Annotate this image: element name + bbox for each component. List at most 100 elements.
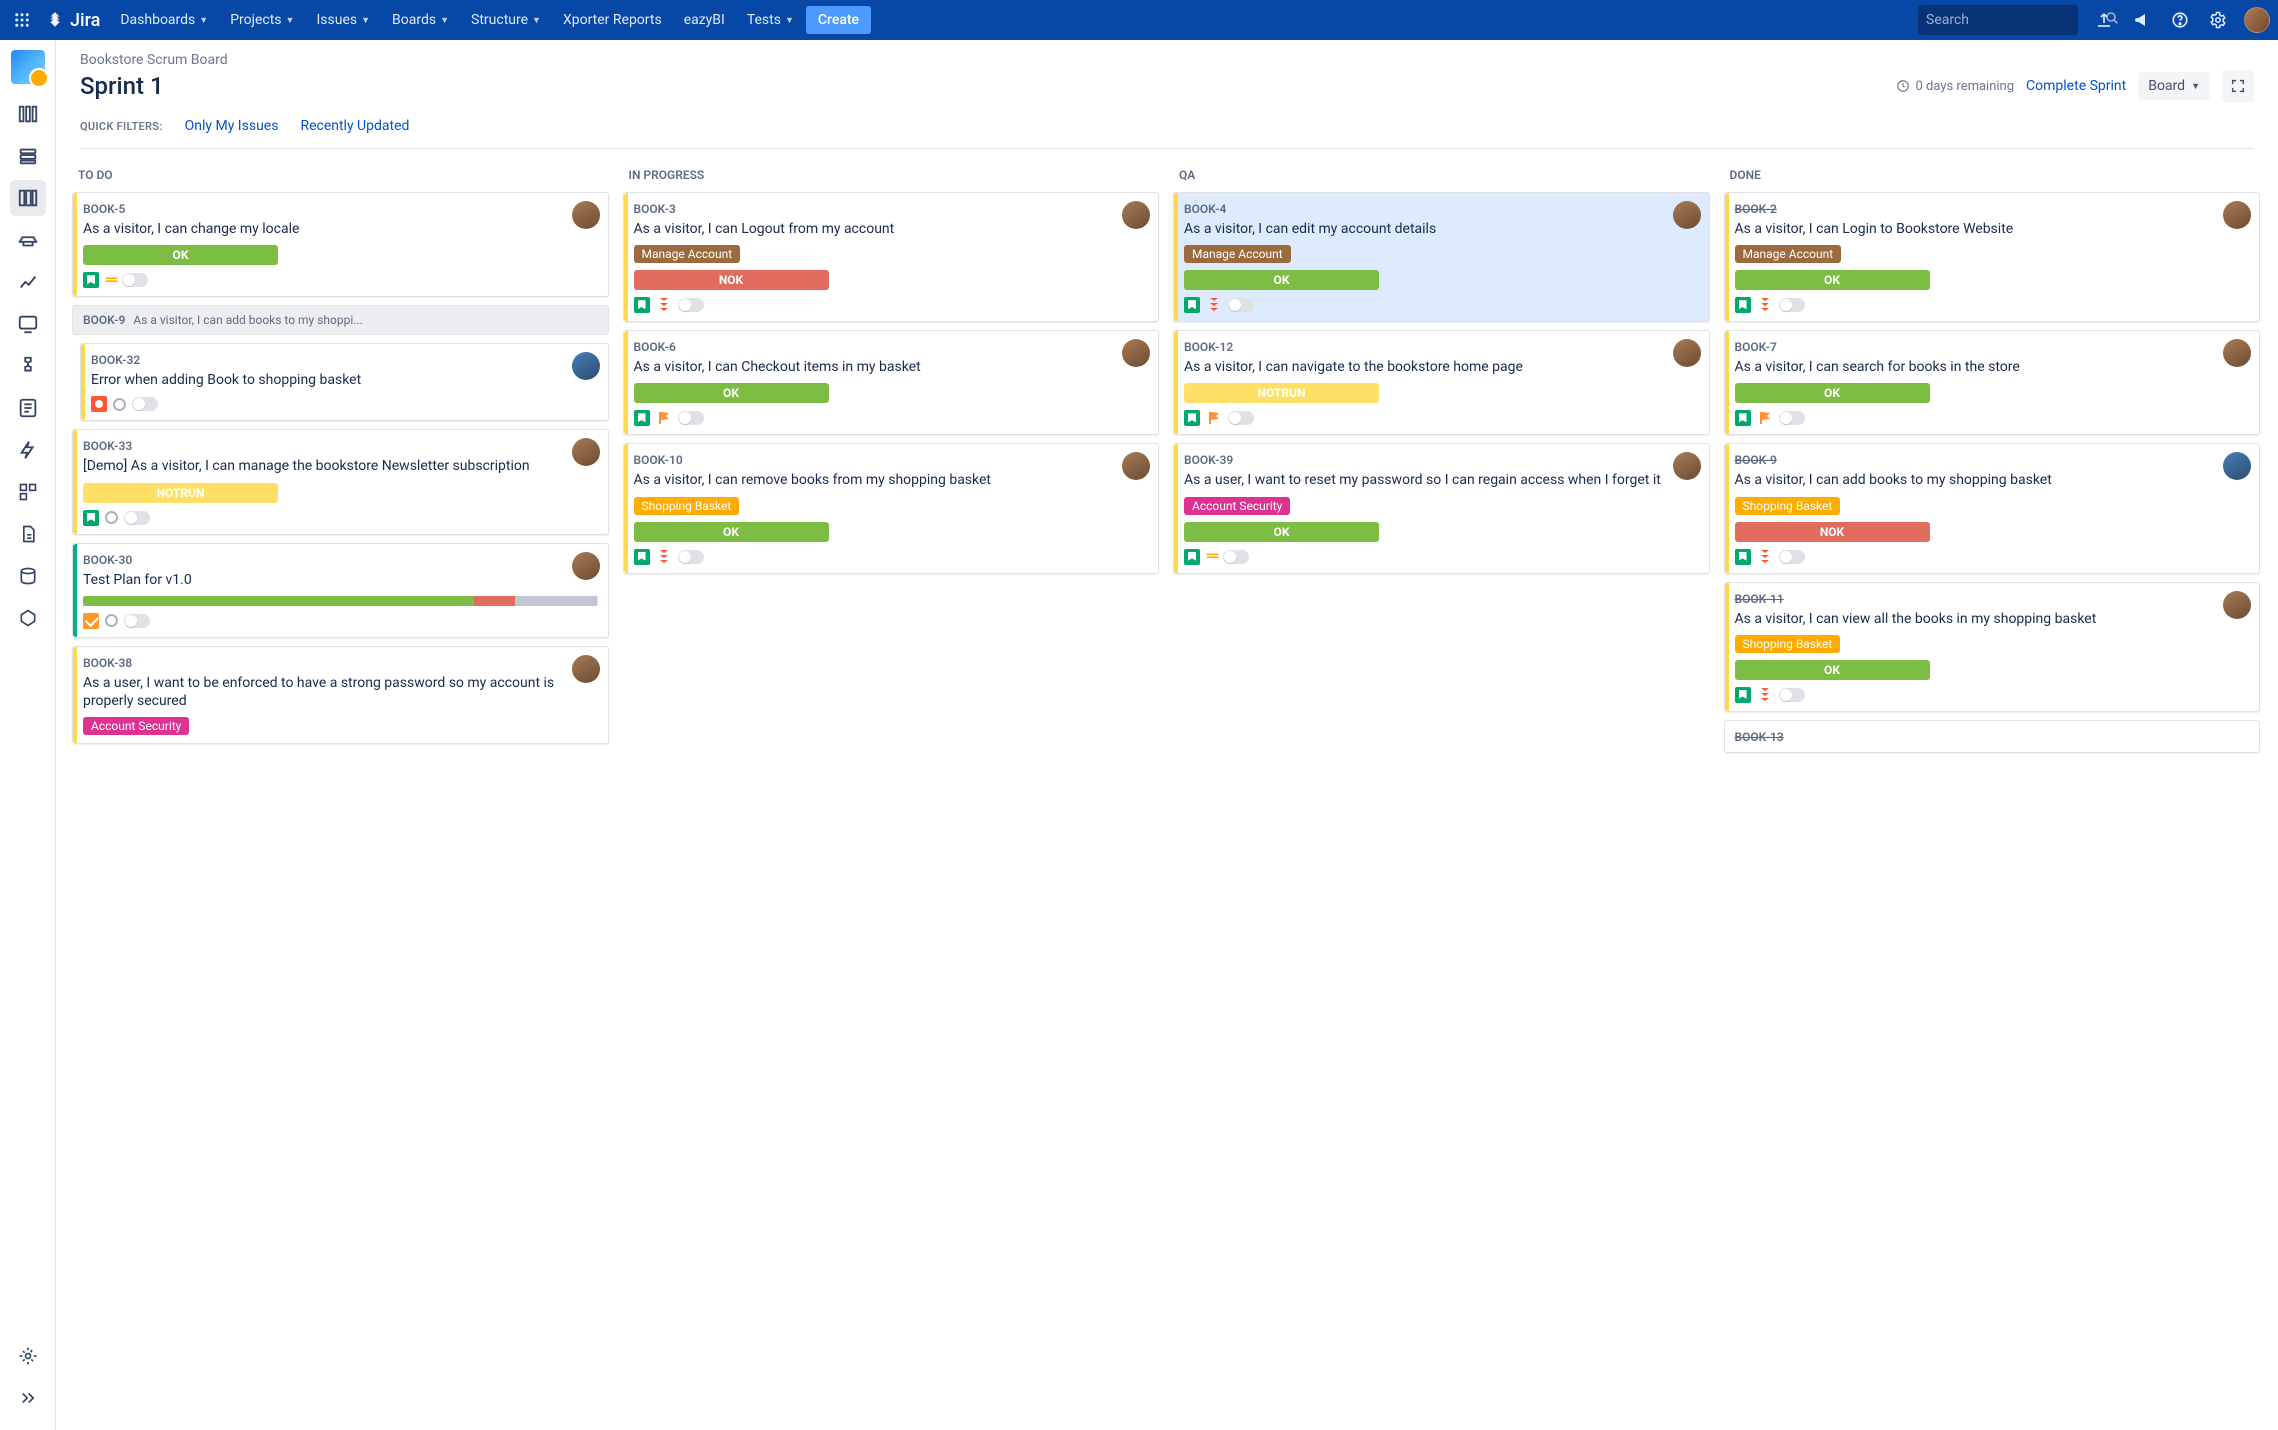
toggle-icon[interactable] [1779,411,1805,425]
column-title: TO DO [72,166,611,192]
toggle-icon[interactable] [124,511,150,525]
assignee-avatar[interactable] [1673,339,1701,367]
epic-badge[interactable]: Shopping Basket [1735,497,1841,515]
toggle-icon[interactable] [1779,298,1805,312]
toggle-icon[interactable] [122,273,148,287]
epic-badge[interactable]: Manage Account [634,245,741,263]
epic-badge[interactable]: Shopping Basket [634,497,740,515]
assignee-avatar[interactable] [1122,201,1150,229]
tests-icon[interactable] [10,390,46,426]
project-icon[interactable] [11,50,45,84]
monitor-icon[interactable] [10,306,46,342]
epic-badge[interactable]: Account Security [1184,497,1290,515]
create-button[interactable]: Create [806,6,871,34]
fullscreen-icon[interactable] [2222,70,2254,102]
issue-summary: As a visitor, I can view all the books i… [1735,610,2250,628]
epic-badge[interactable]: Shopping Basket [1735,635,1841,653]
nav-item[interactable]: Xporter Reports [553,6,672,34]
breadcrumb[interactable]: Bookstore Scrum Board [80,52,2254,68]
epic-badge[interactable]: Manage Account [1735,245,1842,263]
assignee-avatar[interactable] [572,201,600,229]
user-avatar[interactable] [2244,7,2270,33]
assignee-avatar[interactable] [1673,201,1701,229]
nav-item[interactable]: Dashboards▼ [110,6,218,34]
collapse-icon[interactable] [10,1380,46,1416]
toggle-icon[interactable] [132,397,158,411]
board-icon[interactable] [10,180,46,216]
jira-logo[interactable]: Jira [38,10,108,31]
assignee-avatar[interactable] [572,352,600,380]
epic-badge[interactable]: Account Security [83,717,189,735]
assignee-avatar[interactable] [1673,452,1701,480]
issue-card[interactable]: BOOK-30Test Plan for v1.0 [72,543,609,638]
issue-card[interactable]: BOOK-13 [1724,720,2261,753]
help-icon[interactable] [2168,8,2192,32]
reports-icon[interactable] [10,264,46,300]
assignee-avatar[interactable] [1122,339,1150,367]
search-box[interactable] [1918,5,2078,35]
issue-card[interactable]: BOOK-7As a visitor, I can search for boo… [1724,330,2261,435]
releases-icon[interactable] [10,222,46,258]
group-header[interactable]: BOOK-9As a visitor, I can add books to m… [72,305,609,335]
upload-icon[interactable] [2092,8,2116,32]
issue-card[interactable]: BOOK-39As a user, I want to reset my pas… [1173,443,1710,573]
nav-item[interactable]: Tests▼ [737,6,804,34]
nav-item[interactable]: Boards▼ [382,6,459,34]
status-badge: NOK [634,270,829,290]
issue-card[interactable]: BOOK-9As a visitor, I can add books to m… [1724,443,2261,573]
automation-icon[interactable] [10,432,46,468]
sprints-icon[interactable] [10,138,46,174]
toggle-icon[interactable] [1228,411,1254,425]
issue-card[interactable]: BOOK-5As a visitor, I can change my loca… [72,192,609,297]
assignee-avatar[interactable] [2223,339,2251,367]
board-column: IN PROGRESSBOOK-3As a visitor, I can Log… [623,166,1162,1430]
app-switcher-icon[interactable] [8,6,36,34]
issue-card[interactable]: BOOK-6As a visitor, I can Checkout items… [623,330,1160,435]
issue-card[interactable]: BOOK-12As a visitor, I can navigate to t… [1173,330,1710,435]
toggle-icon[interactable] [678,298,704,312]
issue-card[interactable]: BOOK-2As a visitor, I can Login to Books… [1724,192,2261,322]
toggle-icon[interactable] [678,411,704,425]
priority-high-icon [1757,297,1773,313]
nav-item[interactable]: Projects▼ [220,6,304,34]
archive-icon[interactable] [10,558,46,594]
toggle-icon[interactable] [1779,550,1805,564]
assignee-avatar[interactable] [572,552,600,580]
issue-card[interactable]: BOOK-3As a visitor, I can Logout from my… [623,192,1160,322]
nav-item[interactable]: Issues▼ [306,6,380,34]
toggle-icon[interactable] [678,550,704,564]
search-input[interactable] [1926,12,2104,28]
issue-key: BOOK-13 [1735,730,2250,744]
status-badge: OK [1735,660,1930,680]
issue-card[interactable]: BOOK-38As a user, I want to be enforced … [72,646,609,744]
issue-card[interactable]: BOOK-10As a visitor, I can remove books … [623,443,1160,573]
assignee-avatar[interactable] [572,655,600,683]
nav-item[interactable]: eazyBI [674,6,735,34]
toggle-icon[interactable] [124,614,150,628]
addons-icon[interactable] [10,348,46,384]
issue-card[interactable]: BOOK-4As a visitor, I can edit my accoun… [1173,192,1710,322]
issue-card[interactable]: BOOK-11As a visitor, I can view all the … [1724,582,2261,712]
project-settings-icon[interactable] [10,600,46,636]
nav-item[interactable]: Structure▼ [461,6,551,34]
filter-only-my-issues[interactable]: Only My Issues [185,118,279,134]
feedback-icon[interactable] [2130,8,2154,32]
gear-icon[interactable] [10,1338,46,1374]
assignee-avatar[interactable] [2223,201,2251,229]
assignee-avatar[interactable] [572,438,600,466]
assignee-avatar[interactable] [2223,591,2251,619]
epic-badge[interactable]: Manage Account [1184,245,1291,263]
status-badge: OK [83,245,278,265]
filter-recently-updated[interactable]: Recently Updated [300,118,409,134]
toggle-icon[interactable] [1223,550,1249,564]
toggle-icon[interactable] [1779,688,1805,702]
complete-sprint-button[interactable]: Complete Sprint [2026,78,2126,94]
pages-icon[interactable] [10,516,46,552]
issue-card[interactable]: BOOK-32Error when adding Book to shoppin… [80,343,609,421]
components-icon[interactable] [10,474,46,510]
backlog-icon[interactable] [10,96,46,132]
issue-card[interactable]: BOOK-33[Demo] As a visitor, I can manage… [72,429,609,534]
toggle-icon[interactable] [1228,298,1254,312]
board-dropdown[interactable]: Board▼ [2138,72,2210,100]
settings-icon[interactable] [2206,8,2230,32]
